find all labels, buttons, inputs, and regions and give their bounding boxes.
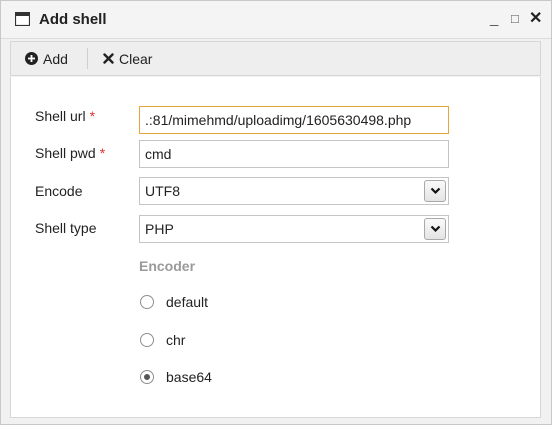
window-icon	[15, 12, 30, 26]
shell-url-label: Shell url *	[35, 108, 96, 124]
shell-type-label: Shell type	[35, 220, 97, 236]
radio-button[interactable]	[140, 295, 154, 309]
clear-button[interactable]: Clear	[103, 42, 152, 75]
shell-url-input[interactable]: .:81/mimehmd/uploadimg/1605630498.php	[139, 106, 449, 134]
shell-type-value: PHP	[145, 221, 174, 237]
encoder-section-label: Encoder	[139, 258, 196, 274]
required-marker: *	[99, 145, 106, 161]
chevron-down-icon[interactable]	[424, 218, 446, 240]
encoder-option-label: base64	[166, 369, 212, 385]
maximize-button[interactable]: □	[511, 9, 519, 29]
clear-button-label: Clear	[119, 50, 153, 67]
encode-label: Encode	[35, 183, 83, 199]
plus-circle-icon	[25, 52, 38, 65]
radio-button[interactable]	[140, 333, 154, 347]
add-button[interactable]: Add	[25, 42, 68, 75]
close-icon	[103, 53, 114, 64]
encode-select[interactable]: UTF8	[139, 177, 449, 205]
toolbar-divider	[87, 48, 88, 69]
encoder-option-base64[interactable]: base64	[140, 369, 212, 385]
shell-pwd-input[interactable]: cmd	[139, 140, 449, 168]
radio-button-selected[interactable]	[140, 370, 154, 384]
encoder-option-label: default	[166, 294, 209, 310]
toolbar: Add Clear	[10, 41, 541, 76]
shell-pwd-label: Shell pwd *	[35, 145, 106, 161]
encoder-option-chr[interactable]: chr	[140, 332, 185, 348]
form-panel: Shell url * .:81/mimehmd/uploadimg/160563…	[10, 77, 541, 418]
encoder-option-default[interactable]: default	[140, 294, 208, 310]
shell-type-select[interactable]: PHP	[139, 215, 449, 243]
add-shell-window: Add shell _ □ ✕ Add Clear Shell url * .:8…	[0, 0, 552, 425]
window-title: Add shell	[39, 11, 107, 28]
title-bar[interactable]: Add shell _ □ ✕	[1, 1, 551, 39]
add-button-label: Add	[43, 50, 68, 67]
minimize-button[interactable]: _	[490, 9, 498, 29]
chevron-down-icon[interactable]	[424, 180, 446, 202]
encode-value: UTF8	[145, 183, 180, 199]
required-marker: *	[89, 108, 96, 124]
encoder-option-label: chr	[166, 332, 186, 348]
close-button[interactable]: ✕	[529, 9, 542, 29]
